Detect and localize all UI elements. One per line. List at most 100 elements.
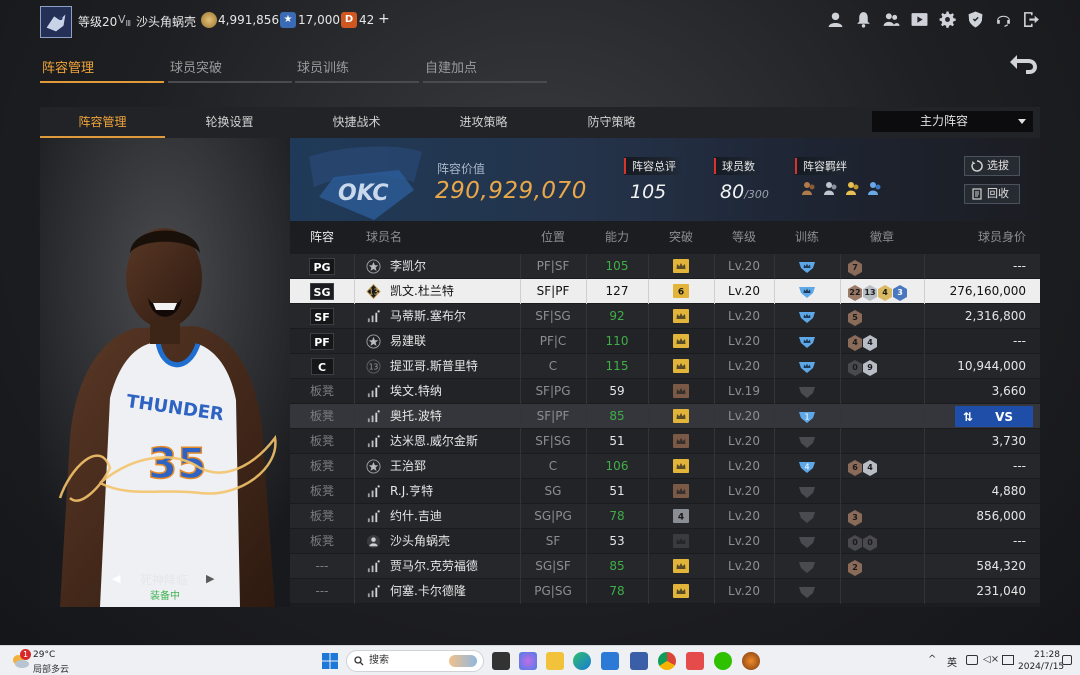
task-view-icon[interactable] — [492, 652, 510, 670]
breakthrough-cell[interactable] — [648, 329, 714, 354]
back-arrow-icon[interactable] — [1006, 50, 1040, 78]
training-cell[interactable] — [774, 504, 840, 529]
compare-vs-button[interactable]: VS — [995, 410, 1013, 424]
breakthrough-cell[interactable] — [648, 554, 714, 579]
tray-expand-icon[interactable]: ^ — [928, 654, 936, 665]
table-row[interactable]: SF 马蒂斯.塞布尔 SF|SG 92 Lv.20 5 2,316,800 — [290, 304, 1040, 329]
player-name-cell[interactable]: 奥托.波特 — [354, 404, 520, 429]
edge-icon[interactable] — [573, 652, 591, 670]
sub-tab-lineup[interactable]: 阵容管理 — [40, 107, 165, 138]
player-name-cell[interactable]: R.J.亨特 — [354, 479, 520, 504]
badge-cell[interactable] — [840, 429, 924, 454]
badge-cell[interactable]: 22 13 4 3 — [840, 279, 924, 304]
badge-cell[interactable]: 00 — [840, 529, 924, 554]
friends-icon[interactable] — [883, 11, 900, 28]
table-row[interactable]: --- 何塞.卡尔德隆 PG|SG 78 Lv.20 231,040 — [290, 579, 1040, 604]
training-cell[interactable] — [774, 354, 840, 379]
breakthrough-cell[interactable] — [648, 379, 714, 404]
badge-cell[interactable] — [840, 479, 924, 504]
device-icon[interactable] — [966, 655, 978, 665]
training-cell[interactable] — [774, 304, 840, 329]
clock-time[interactable]: 21:28 — [1034, 650, 1060, 660]
main-tab-custom-points[interactable]: 自建加点 — [423, 57, 547, 83]
notification-icon[interactable] — [1062, 655, 1072, 665]
player-name-cell[interactable]: 易建联 — [354, 329, 520, 354]
breakthrough-cell[interactable]: 4 — [648, 504, 714, 529]
badge-cell[interactable]: 5 — [840, 304, 924, 329]
table-row[interactable]: 板凳 王治郅 C 106 Lv.20 4 6 4 --- — [290, 454, 1040, 479]
input-method[interactable]: 英 — [947, 654, 957, 669]
training-cell[interactable] — [774, 329, 840, 354]
training-cell[interactable] — [774, 554, 840, 579]
breakthrough-cell[interactable] — [648, 404, 714, 429]
training-cell[interactable] — [774, 529, 840, 554]
badge-cell[interactable]: 44 — [840, 329, 924, 354]
sub-tab-rotation[interactable]: 轮换设置 — [167, 107, 292, 138]
taskbar-search[interactable]: 搜索 — [346, 650, 484, 672]
recycle-button[interactable]: 回收 — [964, 184, 1020, 204]
speaker-muted-icon[interactable]: ◁× — [983, 654, 999, 665]
shield-icon[interactable] — [967, 11, 984, 28]
breakthrough-cell[interactable] — [648, 579, 714, 604]
bond-icons[interactable] — [801, 180, 883, 196]
sub-tab-defense[interactable]: 防守策略 — [549, 107, 674, 138]
training-cell[interactable] — [774, 279, 840, 304]
file-explorer-icon[interactable] — [546, 652, 564, 670]
battery-icon[interactable] — [1002, 655, 1014, 665]
store-icon[interactable] — [601, 652, 619, 670]
main-tab-lineup[interactable]: 阵容管理 — [40, 57, 164, 83]
breakthrough-cell[interactable]: 6 — [648, 279, 714, 304]
windows-start-icon[interactable] — [322, 653, 338, 669]
table-row[interactable]: 板凳 达米恩.威尔金斯 SF|SG 51 Lv.20 3,730 — [290, 429, 1040, 454]
table-row[interactable]: C 13 提亚哥.斯普里特 C 115 Lv.20 0 9 10,944,000 — [290, 354, 1040, 379]
main-tab-training[interactable]: 球员训练 — [295, 57, 419, 83]
breakthrough-cell[interactable] — [648, 479, 714, 504]
settings-icon[interactable] — [939, 11, 956, 28]
table-row[interactable]: 板凳 约什.吉迪 SG|PG 78 4 Lv.20 3 856,000 — [290, 504, 1040, 529]
swap-icon[interactable]: ⇅ — [963, 410, 973, 424]
badge-cell[interactable] — [840, 404, 924, 429]
media-app-icon[interactable] — [686, 652, 704, 670]
select-button[interactable]: 选拔 — [964, 156, 1020, 176]
player-name-cell[interactable]: 马蒂斯.塞布尔 — [354, 304, 520, 329]
sub-tab-quick-tactics[interactable]: 快捷战术 — [294, 107, 419, 138]
prev-skill-button[interactable]: ◀ — [112, 572, 120, 585]
bell-icon[interactable] — [855, 11, 872, 28]
player-name-cell[interactable]: 王治郅 — [354, 454, 520, 479]
profile-icon[interactable] — [827, 11, 844, 28]
badge-cell[interactable]: 2 — [840, 554, 924, 579]
badge-cell[interactable]: 3 — [840, 504, 924, 529]
player-name-cell[interactable]: 13 凯文.杜兰特 — [354, 279, 520, 304]
swap-compare-buttons[interactable]: ⇅ VS — [955, 406, 1033, 427]
table-row[interactable]: 板凳 沙头角蜗壳 SF 53 Lv.20 0 0 --- — [290, 529, 1040, 554]
training-cell[interactable] — [774, 379, 840, 404]
breakthrough-cell[interactable] — [648, 454, 714, 479]
player-name-cell[interactable]: 贾马尔.克劳福德 — [354, 554, 520, 579]
table-row[interactable]: PF 易建联 PF|C 110 Lv.20 4 4 --- — [290, 329, 1040, 354]
table-row[interactable]: 板凳 埃文.特纳 SF|PG 59 Lv.19 3,660 — [290, 379, 1040, 404]
training-cell[interactable]: 1 — [774, 404, 840, 429]
table-row[interactable]: PG 李凯尔 PF|SF 105 Lv.20 7 --- — [290, 254, 1040, 279]
training-cell[interactable]: 4 — [774, 454, 840, 479]
table-row[interactable]: SG 13 凯文.杜兰特 SF|PF 127 6 Lv.20 22 13 4 3 276,160,00… — [290, 279, 1040, 304]
player-name-cell[interactable]: 何塞.卡尔德隆 — [354, 579, 520, 604]
badge-cell[interactable]: 09 — [840, 354, 924, 379]
player-name-cell[interactable]: 约什.吉迪 — [354, 504, 520, 529]
badge-cell[interactable]: 64 — [840, 454, 924, 479]
calendar-app-icon[interactable] — [630, 652, 648, 670]
sub-tab-offense[interactable]: 进攻策略 — [421, 107, 546, 138]
main-tab-breakthrough[interactable]: 球员突破 — [168, 57, 292, 83]
user-avatar[interactable] — [40, 6, 72, 38]
training-cell[interactable] — [774, 579, 840, 604]
training-cell[interactable] — [774, 429, 840, 454]
exit-icon[interactable] — [1023, 11, 1040, 28]
table-row[interactable]: 板凳 R.J.亨特 SG 51 Lv.20 4,880 — [290, 479, 1040, 504]
training-cell[interactable] — [774, 254, 840, 279]
player-name-cell[interactable]: 李凯尔 — [354, 254, 520, 279]
wechat-icon[interactable] — [714, 652, 732, 670]
copilot-icon[interactable] — [519, 652, 537, 670]
breakthrough-cell[interactable] — [648, 529, 714, 554]
badge-cell[interactable] — [840, 579, 924, 604]
chrome-icon[interactable] — [658, 652, 676, 670]
breakthrough-cell[interactable] — [648, 254, 714, 279]
